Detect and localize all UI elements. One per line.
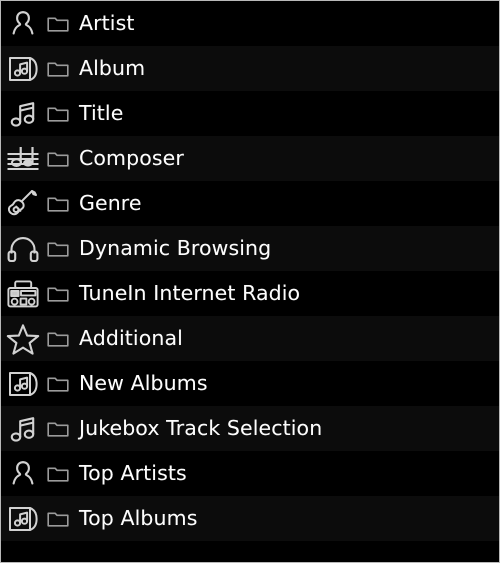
list-item-genre[interactable]: Genre xyxy=(1,181,499,226)
folder-icon xyxy=(46,192,70,216)
list-item-artist[interactable]: Artist xyxy=(1,1,499,46)
album-sleeve-icon xyxy=(2,48,44,90)
music-staff-icon xyxy=(2,138,44,180)
list-item-label: Title xyxy=(79,101,124,126)
list-item-composer[interactable]: Composer xyxy=(1,136,499,181)
list-item-label: Artist xyxy=(79,11,135,36)
music-note-icon xyxy=(2,93,44,135)
list-item-album[interactable]: Album xyxy=(1,46,499,91)
folder-icon xyxy=(46,12,70,36)
list-item-jukebox-track-selection[interactable]: Jukebox Track Selection xyxy=(1,406,499,451)
folder-icon xyxy=(46,282,70,306)
list-item-tunein-internet-radio[interactable]: TuneIn Internet Radio xyxy=(1,271,499,316)
headphones-icon xyxy=(2,228,44,270)
list-item-additional[interactable]: Additional xyxy=(1,316,499,361)
list-item-top-albums[interactable]: Top Albums xyxy=(1,496,499,541)
list-item-label: Composer xyxy=(79,146,184,171)
folder-icon xyxy=(46,237,70,261)
folder-icon xyxy=(46,57,70,81)
list-item-label: Top Albums xyxy=(79,506,198,531)
list-item-label: New Albums xyxy=(79,371,208,396)
album-sleeve-icon xyxy=(2,498,44,540)
music-note-icon xyxy=(2,408,44,450)
list-item-label: Dynamic Browsing xyxy=(79,236,272,261)
folder-icon xyxy=(46,102,70,126)
folder-icon xyxy=(46,372,70,396)
folder-icon xyxy=(46,147,70,171)
list-item-top-artists[interactable]: Top Artists xyxy=(1,451,499,496)
radio-icon xyxy=(2,273,44,315)
list-item-label: Genre xyxy=(79,191,142,216)
list-item-label: Album xyxy=(79,56,146,81)
list-item-label: Additional xyxy=(79,326,183,351)
list-item-label: Jukebox Track Selection xyxy=(79,416,323,441)
person-icon xyxy=(2,3,44,45)
list-item-new-albums[interactable]: New Albums xyxy=(1,361,499,406)
folder-icon xyxy=(46,417,70,441)
list-item-dynamic-browsing[interactable]: Dynamic Browsing xyxy=(1,226,499,271)
list-empty-row xyxy=(1,541,499,562)
folder-icon xyxy=(46,327,70,351)
guitar-icon xyxy=(2,183,44,225)
list-item-label: Top Artists xyxy=(79,461,187,486)
star-icon xyxy=(2,318,44,360)
person-icon xyxy=(2,453,44,495)
album-sleeve-icon xyxy=(2,363,44,405)
list-item-label: TuneIn Internet Radio xyxy=(79,281,301,306)
folder-icon xyxy=(46,462,70,486)
music-library-browser-window: Artist Album Title Composer Genre Dynami… xyxy=(0,0,500,563)
folder-icon xyxy=(46,507,70,531)
library-category-list: Artist Album Title Composer Genre Dynami… xyxy=(1,1,499,562)
list-item-title[interactable]: Title xyxy=(1,91,499,136)
